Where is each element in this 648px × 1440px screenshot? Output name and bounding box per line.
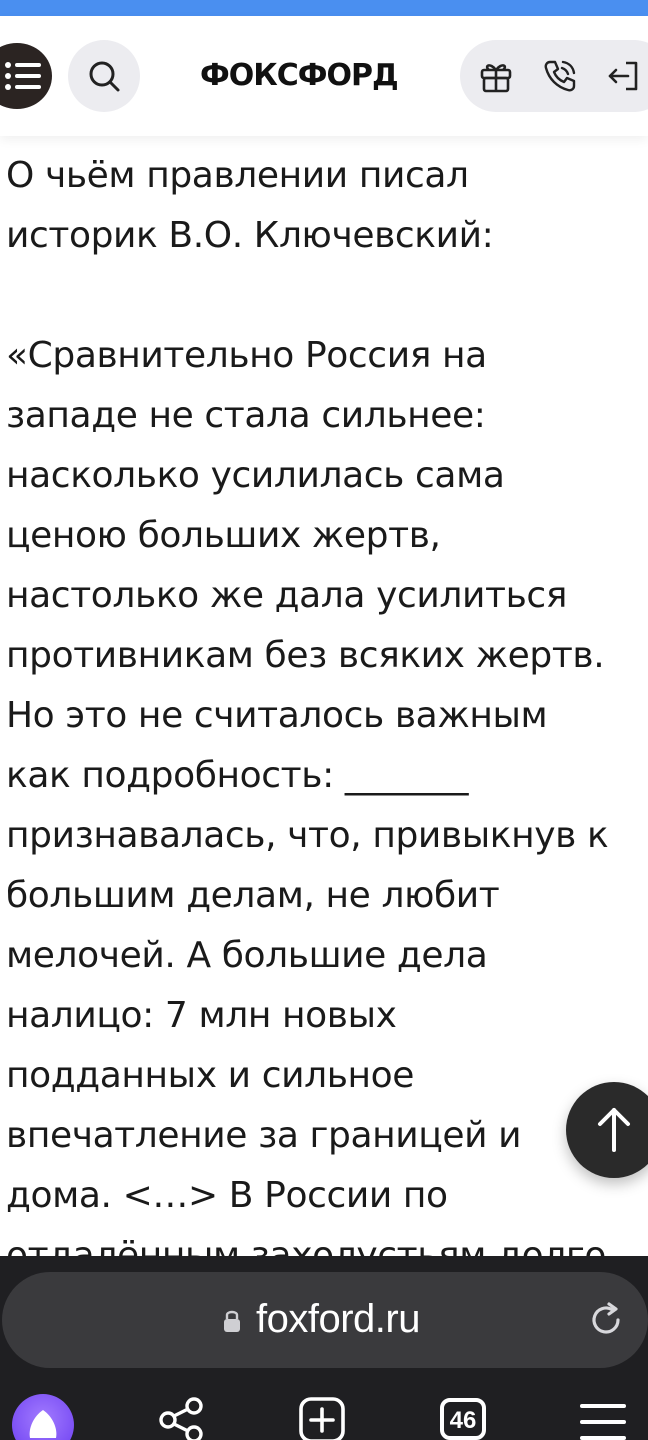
phone-icon[interactable] <box>542 58 578 94</box>
question-text: О чьём правлении писал историк В.О. Ключ… <box>6 146 646 1286</box>
question-line: историк В.О. Ключевский: <box>6 215 494 256</box>
quote-line: дома. <…> В России по <box>6 1175 448 1216</box>
quote-line: настолько же дала усилиться <box>6 575 568 616</box>
address-bar[interactable]: foxford.ru <box>2 1272 648 1368</box>
quote-line: «Сравнительно Россия на <box>6 335 487 376</box>
gift-icon[interactable] <box>478 58 514 94</box>
quote-line: впечатление за границей и <box>6 1115 522 1156</box>
url-text: foxford.ru <box>256 1297 420 1341</box>
quote-line: противникам без всяких жертв. <box>6 635 605 676</box>
header-actions-group <box>460 40 648 112</box>
browser-bottom-bar: foxford.ru 46 <box>0 1256 648 1440</box>
tabs-count-button[interactable]: 46 <box>440 1398 486 1440</box>
quote-line: как подробность: _______ <box>6 755 469 796</box>
site-header: ФОКСФОРД <box>0 16 648 136</box>
quote-line: большим делам, не любит <box>6 875 500 916</box>
quote-line: насколько усилилась сама <box>6 455 505 496</box>
browser-menu-icon[interactable] <box>578 1402 628 1440</box>
quote-line: мелочей. А большие дела <box>6 935 488 976</box>
quote-line: западе не стала сильнее: <box>6 395 486 436</box>
quote-line: ценою больших жертв, <box>6 515 441 556</box>
lock-icon <box>224 1310 240 1332</box>
search-icon <box>89 61 120 92</box>
alice-assistant-icon[interactable] <box>12 1394 74 1440</box>
quote-line: Но это не считалось важным <box>6 695 548 736</box>
status-accent-bar <box>0 0 648 16</box>
quote-line: подданных и сильное <box>6 1055 415 1096</box>
search-button[interactable] <box>68 40 140 112</box>
arrow-up-icon <box>598 1108 630 1152</box>
question-line: О чьём правлении писал <box>6 155 469 196</box>
quote-line: налицо: 7 млн новых <box>6 995 397 1036</box>
menu-button[interactable] <box>0 43 52 109</box>
new-tab-icon[interactable] <box>298 1396 348 1440</box>
login-icon[interactable] <box>606 58 642 94</box>
foxford-logo[interactable]: ФОКСФОРД <box>200 56 400 96</box>
page: ФОКСФОРД О чьём правлении писал историк <box>0 0 648 1440</box>
reload-icon[interactable] <box>586 1300 626 1340</box>
browser-nav-row: 46 <box>0 1388 648 1440</box>
share-icon[interactable] <box>156 1396 206 1440</box>
menu-icon <box>5 62 41 90</box>
quote-line: признавалась, что, привыкнув к <box>6 815 609 856</box>
